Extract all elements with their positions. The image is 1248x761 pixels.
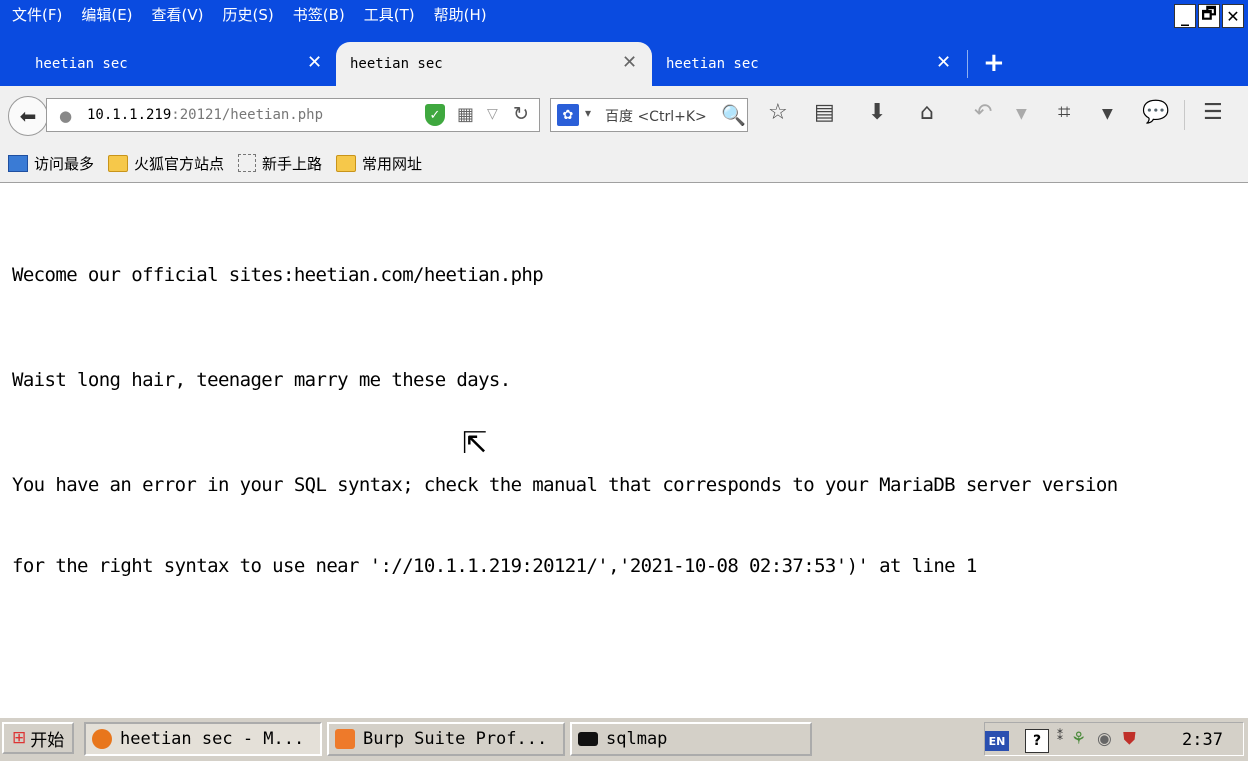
undo-dropdown-icon[interactable]: ▼ — [1016, 106, 1027, 122]
hamburger-menu-icon[interactable]: ☰ — [1203, 100, 1223, 125]
poem-text: Waist long hair, teenager marry me these… — [12, 369, 511, 391]
download-icon[interactable]: ⬇ — [868, 100, 886, 125]
new-tab-button[interactable]: + — [983, 48, 1005, 78]
task-burp[interactable]: Burp Suite Prof... — [327, 722, 565, 756]
system-tray: EN ? ⁑ ⚘ ◉ ⛊ 2:37 — [984, 722, 1244, 756]
language-indicator[interactable]: EN — [985, 731, 1009, 751]
bookmark-label: 火狐官方站点 — [134, 154, 225, 173]
url-path: :20121/heetian.php — [171, 107, 324, 123]
page-content: Wecome our official sites:heetian.com/he… — [12, 208, 1118, 607]
bookmarks-bar: 访问最多 火狐官方站点 新手上路 常用网址 — [0, 144, 1248, 183]
menu-help[interactable]: 帮助(H) — [434, 4, 487, 25]
task-firefox[interactable]: heetian sec - M... — [84, 722, 322, 756]
bookmark-label: 访问最多 — [34, 154, 95, 173]
window-controls: _ 🗗 ✕ — [1174, 4, 1244, 28]
restore-button[interactable]: 🗗 — [1198, 4, 1220, 28]
start-label: 开始 — [30, 730, 65, 751]
globe-icon: ● — [59, 107, 73, 125]
shield-icon[interactable]: ✓ — [425, 104, 445, 126]
toolbar-divider — [1184, 100, 1185, 130]
reading-list-icon[interactable]: ▤ — [814, 100, 835, 125]
windows-logo-icon: ⊞ — [12, 728, 27, 748]
tab-strip: heetian sec ✕ heetian sec ✕ heetian sec … — [0, 42, 1248, 86]
tab-close-icon[interactable]: ✕ — [622, 52, 637, 73]
bookmark-most-visited[interactable]: 访问最多 — [8, 153, 94, 174]
tab-label: heetian sec — [35, 56, 128, 72]
menu-file[interactable]: 文件(F) — [12, 4, 62, 25]
url-text[interactable]: 10.1.1.219:20121/heetian.php — [87, 107, 323, 123]
folder-icon — [108, 154, 129, 172]
tray-arrows-icon[interactable]: ⁑ — [1057, 729, 1063, 743]
start-button[interactable]: ⊞ 开始 — [2, 722, 75, 754]
clock: 2:37 — [1182, 730, 1223, 750]
menu-view[interactable]: 查看(V) — [152, 4, 204, 25]
help-icon[interactable]: ? — [1025, 729, 1049, 753]
bookmark-label: 新手上路 — [262, 154, 323, 173]
undo-icon[interactable]: ↶ — [974, 100, 992, 125]
home-icon[interactable]: ⌂ — [920, 100, 934, 125]
title-bar: 文件(F) 编辑(E) 查看(V) 历史(S) 书签(B) 工具(T) 帮助(H… — [0, 0, 1248, 86]
chat-icon[interactable]: 💬 — [1142, 100, 1169, 125]
bookmark-star-icon[interactable]: ☆ — [768, 100, 788, 125]
menu-history[interactable]: 历史(S) — [223, 4, 274, 25]
cmd-icon — [578, 732, 598, 746]
task-sqlmap[interactable]: sqlmap — [570, 722, 812, 756]
tab-close-icon[interactable]: ✕ — [936, 52, 951, 73]
sql-error-line-2: for the right syntax to use near '://10.… — [12, 555, 977, 577]
sql-error-line-1: You have an error in your SQL syntax; ch… — [12, 474, 1118, 496]
task-label: sqlmap — [606, 729, 668, 749]
menu-bar: 文件(F) 编辑(E) 查看(V) 历史(S) 书签(B) 工具(T) 帮助(H… — [0, 0, 494, 28]
url-bar[interactable]: ● 10.1.1.219:20121/heetian.php ✓ ▦ ▽ ↻ — [46, 98, 540, 132]
minimize-button[interactable]: _ — [1174, 4, 1196, 28]
magnifier-icon[interactable]: 🔍 — [721, 103, 746, 127]
bookmark-getting-started[interactable]: 新手上路 — [238, 153, 322, 174]
qr-code-icon[interactable]: ▦ — [457, 104, 474, 125]
network-icon[interactable]: ⚘ — [1071, 729, 1086, 749]
firefox-icon — [92, 729, 112, 749]
welcome-text: Wecome our official sites:heetian.com/he… — [12, 264, 544, 286]
search-input[interactable]: 百度 <Ctrl+K> — [605, 106, 707, 126]
tab-close-icon[interactable]: ✕ — [307, 52, 322, 73]
back-arrow-icon: ⬅ — [19, 104, 37, 128]
folder-icon — [336, 154, 357, 172]
menu-tools[interactable]: 工具(T) — [364, 4, 415, 25]
close-window-button[interactable]: ✕ — [1222, 4, 1244, 28]
reload-icon[interactable]: ↻ — [513, 103, 529, 125]
burp-icon — [335, 729, 355, 749]
crop-icon[interactable]: ⌗ — [1058, 100, 1070, 125]
search-bar[interactable]: ✿ ▾ 百度 <Ctrl+K> 🔍 — [550, 98, 748, 132]
baidu-paw-icon[interactable]: ✿ — [557, 104, 579, 126]
search-engine-dropdown-icon[interactable]: ▾ — [585, 106, 591, 120]
tab-divider — [967, 50, 968, 78]
tab-label: heetian sec — [666, 56, 759, 72]
tab-3[interactable]: heetian sec ✕ — [646, 42, 966, 86]
task-label: heetian sec - M... — [120, 729, 305, 749]
navigation-toolbar: ⬅ ● 10.1.1.219:20121/heetian.php ✓ ▦ ▽ ↻… — [0, 86, 1248, 144]
url-dropdown-icon[interactable]: ▽ — [487, 106, 498, 122]
dashed-box-icon — [238, 154, 257, 172]
bookmark-label: 常用网址 — [362, 154, 423, 173]
tab-label: heetian sec — [350, 56, 443, 72]
crop-dropdown-icon[interactable]: ▼ — [1102, 106, 1113, 122]
taskbar: ⊞ 开始 heetian sec - M... Burp Suite Prof.… — [0, 716, 1248, 761]
menu-bookmarks[interactable]: 书签(B) — [293, 4, 345, 25]
tab-1[interactable]: heetian sec ✕ — [15, 42, 335, 86]
shield-tray-icon[interactable]: ⛊ — [1123, 729, 1136, 749]
tab-2-active[interactable]: heetian sec ✕ — [336, 42, 652, 86]
task-label: Burp Suite Prof... — [363, 729, 548, 749]
back-button[interactable]: ⬅ — [8, 96, 48, 136]
bookmark-firefox-sites[interactable]: 火狐官方站点 — [108, 153, 224, 174]
mouse-pointer-icon: ⇱ — [462, 426, 488, 461]
bookmark-common-urls[interactable]: 常用网址 — [336, 153, 422, 174]
security-center-icon[interactable]: ◉ — [1097, 729, 1112, 749]
most-visited-icon — [8, 154, 28, 172]
url-host: 10.1.1.219 — [87, 107, 172, 123]
menu-edit[interactable]: 编辑(E) — [81, 4, 132, 25]
